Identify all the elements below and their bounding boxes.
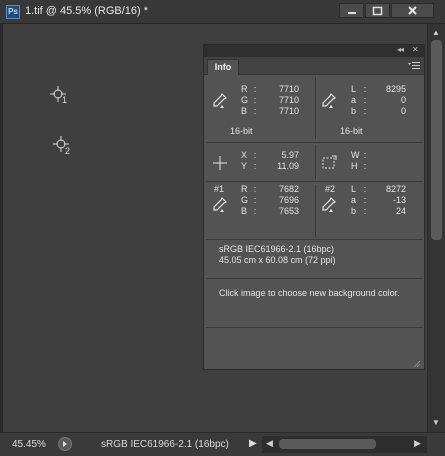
colon: : xyxy=(363,161,367,171)
colon: : xyxy=(253,195,257,205)
horizontal-scroll-thumb[interactable] xyxy=(279,439,376,449)
scroll-right-icon[interactable]: ▶ xyxy=(414,438,421,449)
sampler-1-g-value: 7696 xyxy=(278,195,299,205)
lab-a-value: 0 xyxy=(400,95,406,105)
sampler-1-b-value: 7653 xyxy=(278,206,299,216)
colon: : xyxy=(253,184,257,194)
vertical-scroll-thumb[interactable] xyxy=(431,40,442,240)
info-readouts: R : 7710 G : 7710 B : 7710 16-bit L : 82… xyxy=(206,75,423,369)
divider xyxy=(206,142,423,143)
sampler-2-b-value: 24 xyxy=(395,206,406,216)
close-panel-icon[interactable]: ✕ xyxy=(412,45,419,54)
sampler-1-tag: #1 xyxy=(214,184,225,194)
maximize-button[interactable] xyxy=(365,3,390,18)
sampler-2-a-value: -13 xyxy=(392,195,406,205)
resize-grip-icon[interactable] xyxy=(411,358,421,368)
eyedropper-icon[interactable] xyxy=(321,196,337,212)
panel-header: ◂◂ ✕ xyxy=(204,45,424,57)
sampler-1-b-label: B xyxy=(241,206,248,216)
divider xyxy=(206,239,423,240)
photoshop-logo-icon: Ps xyxy=(6,5,20,19)
rgb-b-label: B xyxy=(241,106,248,116)
status-profile[interactable]: sRGB IEC61966-2.1 (16bpc) xyxy=(101,439,229,450)
tool-hint: Click image to choose new background col… xyxy=(219,288,400,298)
panel-menu-icon[interactable] xyxy=(407,61,421,71)
colon: : xyxy=(253,84,257,94)
divider xyxy=(206,327,423,328)
sampler-1-g-label: G xyxy=(241,195,249,205)
rgb-b-value: 7710 xyxy=(278,106,299,116)
zoom-level[interactable]: 45.45% xyxy=(12,439,46,450)
divider xyxy=(206,181,423,182)
sampler-1-number: 1 xyxy=(62,95,68,105)
divider xyxy=(315,77,316,139)
colon: : xyxy=(253,150,257,160)
lab-bit-depth[interactable]: 16-bit xyxy=(340,126,363,136)
position-x-label: X xyxy=(241,150,248,160)
position-x-value: 5.97 xyxy=(281,150,299,160)
tab-info[interactable]: Info xyxy=(207,59,239,75)
collapse-panel-icon[interactable]: ◂◂ xyxy=(397,45,404,54)
eyedropper-icon[interactable] xyxy=(321,92,337,108)
lab-l-value: 8295 xyxy=(385,84,406,94)
colon: : xyxy=(253,161,257,171)
colon: : xyxy=(253,106,257,116)
scroll-left-icon[interactable]: ◀ xyxy=(266,438,273,449)
document-dimensions: 45.05 cm x 60.08 cm (72 ppi) xyxy=(219,255,336,265)
colon: : xyxy=(363,150,367,160)
sampler-2-tag: #2 xyxy=(325,184,336,194)
document-status-icon[interactable] xyxy=(58,437,72,451)
selection-size-icon xyxy=(322,155,337,169)
panel-tab-strip: Info xyxy=(204,57,424,75)
document-title: 1.tif @ 45.5% (RGB/16) * xyxy=(25,5,149,17)
position-y-value: 11.09 xyxy=(277,161,299,171)
status-bar: 45.45% sRGB IEC61966-2.1 (16bpc) ▶ ◀ ▶ xyxy=(0,432,445,456)
rgb-r-value: 7710 xyxy=(278,84,299,94)
lab-b-value: 0 xyxy=(400,106,406,116)
status-menu-arrow-icon[interactable]: ▶ xyxy=(249,438,257,449)
rgb-g-label: G xyxy=(241,95,249,105)
rgb-g-value: 7710 xyxy=(278,95,299,105)
rgb-bit-depth[interactable]: 16-bit xyxy=(230,126,253,136)
scroll-down-icon[interactable]: ▼ xyxy=(432,418,440,427)
sampler-2-l-value: 8272 xyxy=(385,184,406,194)
sampler-1-r-value: 7682 xyxy=(278,184,299,194)
info-panel: ◂◂ ✕ Info R : 7710 G : 7710 B : 7710 16-… xyxy=(203,44,425,370)
title-bar: Ps 1.tif @ 45.5% (RGB/16) * xyxy=(0,0,445,24)
size-w-label: W xyxy=(351,150,360,160)
divider xyxy=(315,185,316,237)
horizontal-scrollbar[interactable]: ◀ ▶ xyxy=(262,436,427,453)
colon: : xyxy=(253,95,257,105)
scroll-up-icon[interactable]: ▲ xyxy=(432,28,440,37)
crosshair-icon[interactable] xyxy=(212,155,228,171)
divider xyxy=(315,145,316,179)
size-h-label: H xyxy=(351,161,358,171)
colon: : xyxy=(253,206,257,216)
vertical-scrollbar[interactable]: ▲ ▼ xyxy=(427,24,445,432)
minimize-button[interactable] xyxy=(339,3,364,18)
rgb-r-label: R xyxy=(241,84,248,94)
position-y-label: Y xyxy=(241,161,248,171)
close-button[interactable] xyxy=(391,3,434,18)
document-profile: sRGB IEC61966-2.1 (16bpc) xyxy=(219,244,335,254)
eyedropper-icon[interactable] xyxy=(212,196,228,212)
sampler-1-r-label: R xyxy=(241,184,248,194)
eyedropper-icon[interactable] xyxy=(212,92,228,108)
sampler-2-number: 2 xyxy=(65,146,71,156)
divider xyxy=(206,278,423,279)
